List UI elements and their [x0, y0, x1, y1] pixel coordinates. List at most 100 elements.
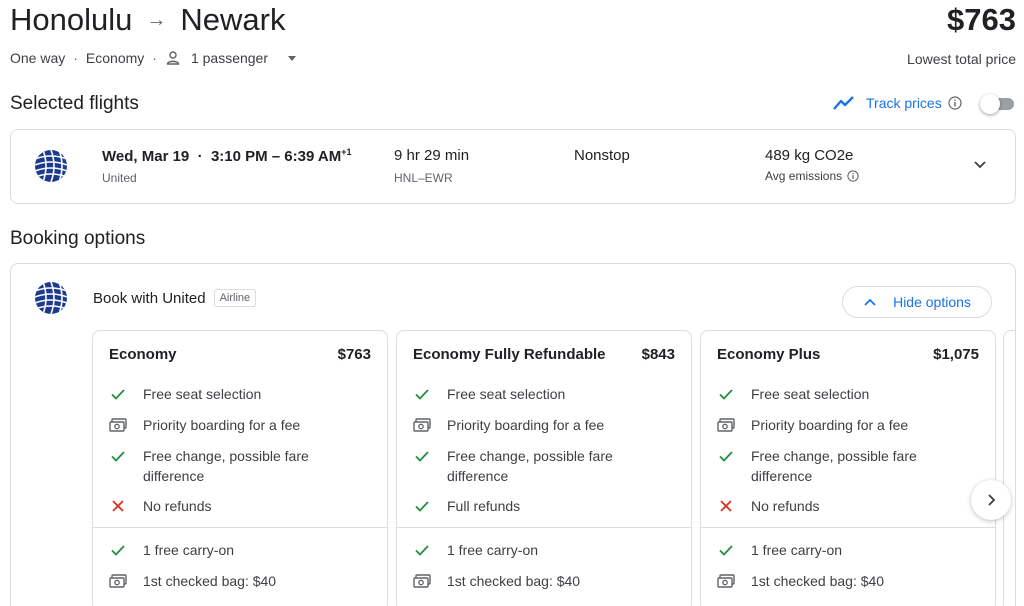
check-icon [413, 496, 431, 516]
book-with-label: Book with United [93, 289, 206, 307]
feature-text: Full refunds [447, 498, 521, 514]
fare-card-economy-plus[interactable]: Economy Plus $1,075 Free seat selection … [700, 330, 996, 606]
cabin-class: Economy [85, 50, 145, 66]
hide-options-button[interactable]: Hide options [842, 286, 992, 318]
next-fares-button[interactable] [971, 480, 1011, 520]
lowest-price-label: Lowest total price [907, 51, 1016, 67]
book-with-heading: Book with United Airline [93, 289, 257, 307]
fare-name: Economy Fully Refundable [413, 346, 606, 363]
feature-item: Free change, possible fare difference [109, 446, 309, 486]
money-icon [109, 571, 127, 591]
feature-item: No refunds [109, 496, 211, 516]
person-icon [166, 51, 180, 65]
passenger-count: 1 passenger [190, 50, 269, 66]
selected-flights-heading: Selected flights [10, 93, 139, 114]
feature-text: Priority boarding for a fee [447, 417, 605, 433]
bag-item: 1st checked bag: $40 [717, 571, 884, 591]
bag-item: 1 free carry-on [413, 540, 538, 560]
fare-price: $843 [641, 346, 675, 363]
feature-text: No refunds [143, 498, 212, 514]
bag-text: 1st checked bag: $40 [751, 573, 885, 589]
divider [701, 527, 995, 528]
emissions-label: Avg emissions [765, 169, 859, 183]
route-title: Honolulu → Newark [10, 2, 285, 38]
chevron-down-icon[interactable] [971, 156, 989, 174]
cross-icon [109, 496, 127, 516]
bag-item: 1st checked bag: $40 [109, 571, 276, 591]
info-icon[interactable] [948, 96, 962, 110]
fare-card-economy[interactable]: Economy $763 Free seat selection Priorit… [92, 330, 388, 606]
money-icon [717, 415, 735, 435]
flight-stops: Nonstop [574, 147, 630, 164]
divider [397, 527, 691, 528]
feature-line: difference [143, 468, 205, 484]
check-icon [717, 540, 735, 560]
feature-line: Free change, possible fare [447, 448, 613, 464]
booking-card: Book with United Airline Hide options Ec… [10, 263, 1016, 606]
bag-text: 1 free carry-on [143, 542, 235, 558]
check-icon [717, 384, 735, 404]
united-logo-icon [35, 150, 67, 182]
track-prices-link[interactable]: Track prices [832, 95, 962, 111]
fare-price: $1,075 [933, 346, 979, 363]
feature-line: difference [447, 468, 509, 484]
money-icon [413, 415, 431, 435]
booking-options-heading: Booking options [10, 228, 146, 249]
feature-item: Free seat selection [413, 384, 565, 404]
check-icon [109, 446, 127, 466]
bag-item: 1 free carry-on [717, 540, 842, 560]
fare-card-next-peek[interactable] [1003, 330, 1015, 606]
track-prices-toggle[interactable] [980, 94, 1016, 114]
feature-line: Free change, possible fare [751, 448, 917, 464]
destination-city: Newark [180, 2, 286, 37]
separator-dot: · [152, 50, 157, 66]
day-offset: +1 [341, 147, 352, 157]
united-logo-icon [35, 282, 67, 314]
arrow-right-icon: → [146, 8, 167, 31]
bag-text: 1st checked bag: $40 [143, 573, 277, 589]
feature-item: Priority boarding for a fee [717, 415, 908, 435]
passenger-selector[interactable]: 1 passenger [165, 50, 297, 66]
check-icon [109, 384, 127, 404]
flight-date: Wed, Mar 19 [102, 148, 190, 165]
cross-icon [717, 496, 735, 516]
check-icon [109, 540, 127, 560]
check-icon [717, 446, 735, 466]
flight-airline: United [102, 171, 137, 185]
fare-card-economy-fully-refundable[interactable]: Economy Fully Refundable $843 Free seat … [396, 330, 692, 606]
chevron-right-icon [988, 494, 996, 506]
trip-type: One way [10, 50, 66, 66]
feature-text: Free change, possible fare difference [447, 446, 613, 486]
money-icon [109, 415, 127, 435]
feature-text: Priority boarding for a fee [751, 417, 909, 433]
check-icon [413, 540, 431, 560]
feature-item: Free seat selection [717, 384, 869, 404]
track-prices-label: Track prices [866, 95, 942, 111]
selected-flight-card[interactable]: Wed, Mar 19 · 3:10 PM – 6:39 AM+1 United… [10, 129, 1016, 204]
flight-airports: HNL–EWR [394, 171, 453, 185]
info-icon[interactable] [847, 170, 859, 182]
flight-date-time: Wed, Mar 19 · 3:10 PM – 6:39 AM+1 [102, 147, 352, 165]
airline-badge: Airline [213, 289, 257, 307]
separator-dot: · [189, 148, 211, 165]
bag-text: 1st checked bag: $40 [447, 573, 581, 589]
feature-text: Free change, possible fare difference [143, 446, 309, 486]
feature-line: Free change, possible fare [143, 448, 309, 464]
feature-text: Free seat selection [751, 386, 870, 402]
feature-item: Free change, possible fare difference [413, 446, 613, 486]
bag-item: 1 free carry-on [109, 540, 234, 560]
hide-options-label: Hide options [893, 294, 971, 310]
check-icon [413, 446, 431, 466]
toggle-knob [980, 94, 1000, 114]
feature-item: Full refunds [413, 496, 520, 516]
separator-dot: · [73, 50, 78, 66]
feature-text: Priority boarding for a fee [143, 417, 301, 433]
bag-text: 1 free carry-on [751, 542, 843, 558]
feature-text: Free seat selection [143, 386, 262, 402]
feature-line: difference [751, 468, 813, 484]
feature-text: Free seat selection [447, 386, 566, 402]
flight-times: 3:10 PM – 6:39 AM [210, 148, 342, 165]
feature-item: Free change, possible fare difference [717, 446, 917, 486]
bag-item: 1st checked bag: $40 [413, 571, 580, 591]
fare-name: Economy Plus [717, 346, 821, 363]
